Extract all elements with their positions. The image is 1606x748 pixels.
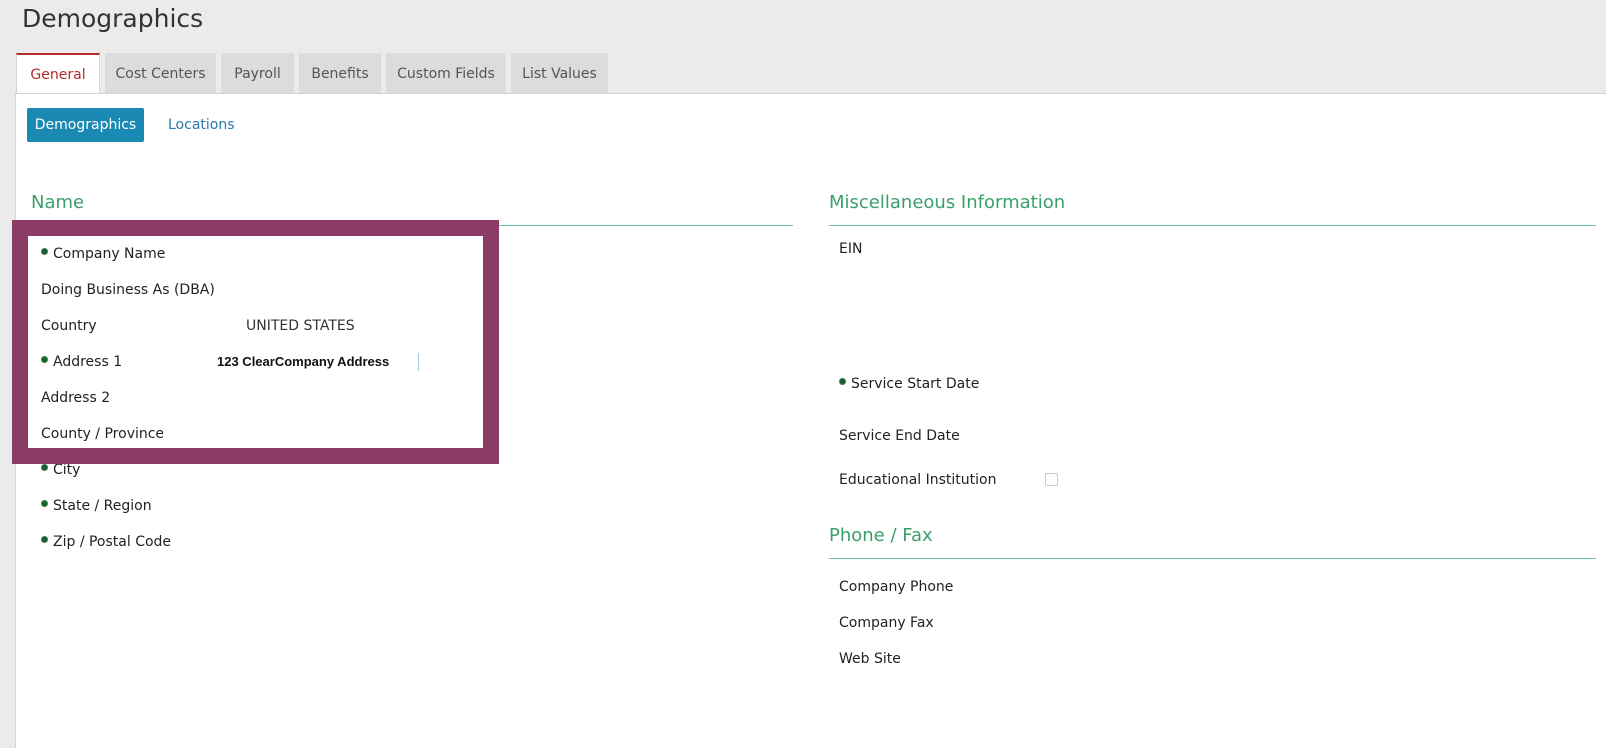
required-indicator-icon	[839, 378, 846, 385]
tab-list-values[interactable]: List Values	[511, 53, 608, 94]
content-panel	[15, 93, 1606, 748]
tab-benefits[interactable]: Benefits	[299, 53, 381, 94]
required-indicator-icon	[41, 500, 48, 507]
required-indicator-icon	[41, 536, 48, 543]
required-indicator-icon	[41, 356, 48, 363]
service-end-label: Service End Date	[839, 428, 960, 444]
misc-section-title: Miscellaneous Information	[829, 192, 1066, 213]
misc-section-divider	[829, 225, 1596, 226]
city-label: City	[41, 462, 80, 478]
country-label: Country	[41, 318, 97, 334]
company-name-label: Company Name	[41, 246, 165, 262]
service-start-label: Service Start Date	[839, 376, 979, 392]
phone-section-title: Phone / Fax	[829, 525, 933, 546]
address1-label: Address 1	[41, 354, 122, 370]
subnav-locations-link[interactable]: Locations	[168, 108, 235, 142]
subnav-demographics-button[interactable]: Demographics	[27, 108, 144, 142]
required-indicator-icon	[41, 464, 48, 471]
company-fax-label: Company Fax	[839, 615, 934, 631]
state-label: State / Region	[41, 498, 152, 514]
name-section-divider	[31, 225, 793, 226]
ein-label: EIN	[839, 241, 863, 257]
text-cursor	[418, 353, 419, 371]
name-section-title: Name	[31, 192, 85, 213]
company-phone-label: Company Phone	[839, 579, 954, 595]
county-label: County / Province	[41, 426, 165, 442]
page-title: Demographics	[22, 4, 204, 33]
country-value[interactable]: UNITED STATES	[246, 318, 355, 334]
tab-general[interactable]: General	[16, 53, 100, 95]
address2-label: Address 2	[41, 390, 111, 406]
tab-payroll[interactable]: Payroll	[221, 53, 294, 94]
tab-custom-fields[interactable]: Custom Fields	[386, 53, 506, 94]
phone-section-divider	[829, 558, 1596, 559]
zip-label: Zip / Postal Code	[41, 534, 171, 550]
web-site-label: Web Site	[839, 651, 901, 667]
edu-label: Educational Institution	[839, 472, 997, 488]
dba-label: Doing Business As (DBA)	[41, 282, 215, 298]
address1-value[interactable]: 123 ClearCompany Address	[217, 354, 389, 369]
edu-checkbox[interactable]	[1045, 473, 1058, 486]
tab-cost-centers[interactable]: Cost Centers	[105, 53, 216, 94]
required-indicator-icon	[41, 248, 48, 255]
